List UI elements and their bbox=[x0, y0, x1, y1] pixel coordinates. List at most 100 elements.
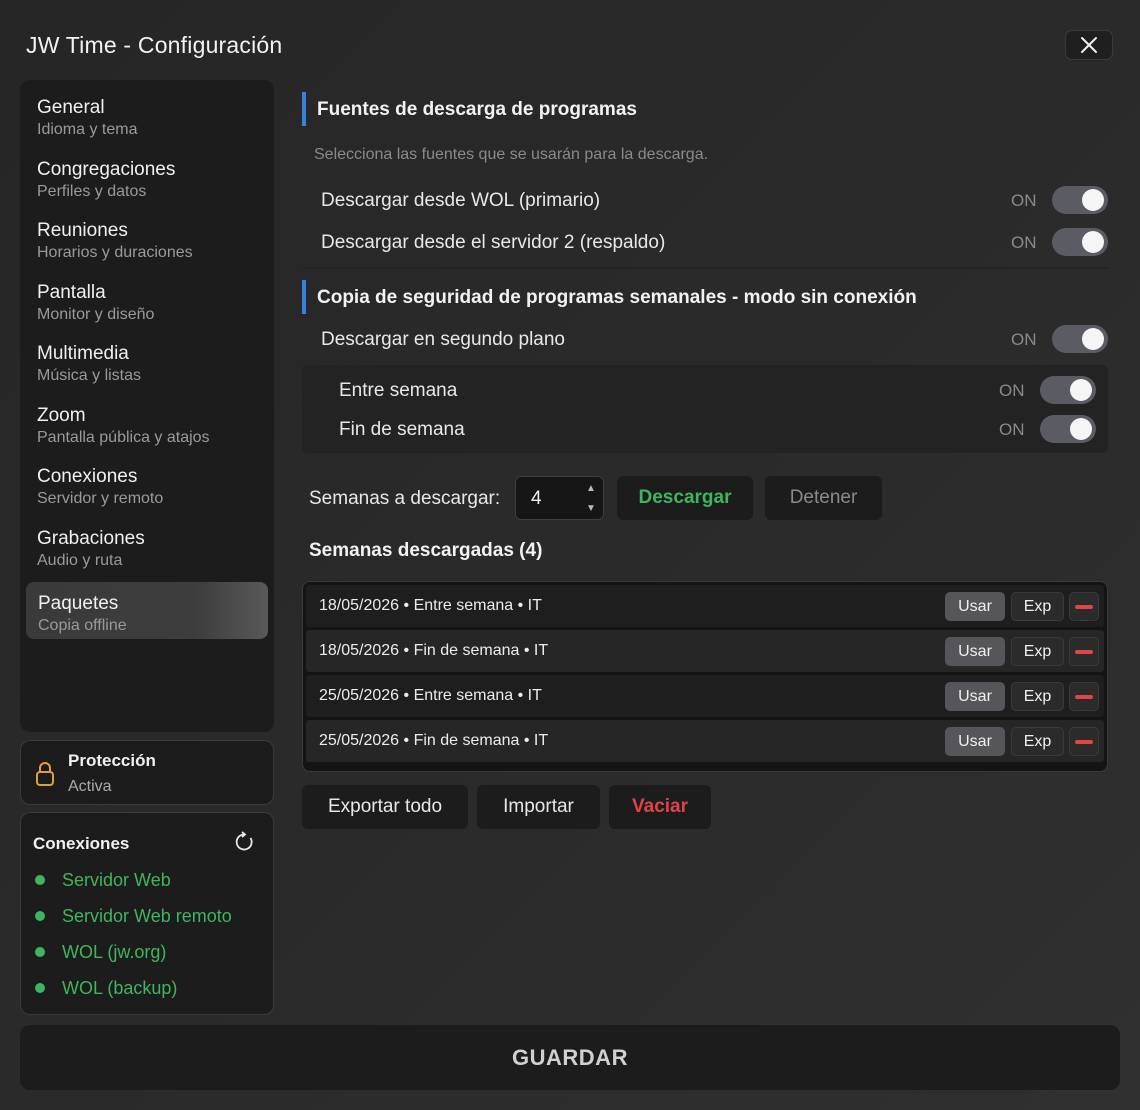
wol-source-state: ON bbox=[1011, 191, 1037, 210]
connection-label: Servidor Web remoto bbox=[62, 906, 232, 926]
divider bbox=[302, 267, 1108, 269]
connection-label: Servidor Web bbox=[62, 870, 171, 890]
connections-title: Conexiones bbox=[33, 834, 130, 853]
connections-panel: Conexiones Servidor Web Servidor Web rem… bbox=[20, 812, 274, 1015]
remove-button[interactable] bbox=[1069, 682, 1099, 711]
protection-panel[interactable]: Protección Activa bbox=[20, 740, 274, 805]
midweek-label: Entre semana bbox=[339, 380, 458, 401]
list-item-label: 18/05/2026 • Fin de semana • IT bbox=[319, 642, 549, 659]
server2-source-toggle[interactable] bbox=[1052, 228, 1108, 256]
use-button[interactable]: Usar bbox=[945, 682, 1005, 711]
download-button[interactable]: Descargar bbox=[617, 476, 753, 520]
export-button[interactable]: Exp bbox=[1011, 637, 1064, 666]
weeks-to-download-label: Semanas a descargar: bbox=[309, 488, 501, 509]
minus-icon bbox=[1075, 604, 1093, 609]
connection-item-web-server: Servidor Web bbox=[35, 870, 171, 891]
minus-icon bbox=[1075, 739, 1093, 744]
sidebar-item-sublabel: Servidor y remoto bbox=[37, 490, 164, 507]
weeks-value[interactable]: 4 bbox=[531, 488, 542, 510]
save-button[interactable]: GUARDAR bbox=[20, 1025, 1120, 1090]
export-all-button[interactable]: Exportar todo bbox=[302, 785, 468, 829]
minus-icon bbox=[1075, 694, 1093, 699]
downloaded-weeks-list: 18/05/2026 • Entre semana • IT Usar Exp … bbox=[302, 581, 1108, 772]
background-download-label: Descargar en segundo plano bbox=[321, 329, 566, 350]
sidebar-item-label: Zoom bbox=[37, 404, 86, 426]
export-button[interactable]: Exp bbox=[1011, 727, 1064, 756]
export-button[interactable]: Exp bbox=[1011, 682, 1064, 711]
sidebar-item-sublabel: Monitor y diseño bbox=[37, 305, 155, 323]
sidebar-item-label: Multimedia bbox=[37, 343, 129, 364]
close-icon bbox=[1081, 37, 1097, 53]
section-accent-bar bbox=[302, 280, 306, 314]
sidebar-item-label: Congregaciones bbox=[37, 158, 176, 180]
wol-source-label: Descargar desde WOL (primario) bbox=[321, 190, 601, 211]
stop-button[interactable]: Detener bbox=[765, 476, 882, 520]
weekend-state: ON bbox=[999, 420, 1025, 439]
weekend-toggle[interactable] bbox=[1040, 415, 1096, 443]
window-title: JW Time - Configuración bbox=[26, 32, 283, 58]
sidebar-item-general[interactable]: General Idioma y tema bbox=[20, 96, 274, 158]
status-dot bbox=[35, 983, 45, 994]
list-item: 18/05/2026 • Entre semana • IT Usar Exp bbox=[306, 585, 1104, 627]
sidebar-item-conexiones[interactable]: Conexiones Servidor y remoto bbox=[20, 465, 274, 527]
status-dot bbox=[35, 947, 45, 958]
list-item-label: 18/05/2026 • Entre semana • IT bbox=[319, 597, 542, 614]
remove-button[interactable] bbox=[1069, 637, 1099, 666]
sidebar-item-zoom[interactable]: Zoom Pantalla pública y atajos bbox=[20, 404, 274, 466]
import-button[interactable]: Importar bbox=[477, 785, 600, 829]
use-button[interactable]: Usar bbox=[945, 592, 1005, 621]
server2-source-state: ON bbox=[1011, 233, 1037, 252]
list-item: 18/05/2026 • Fin de semana • IT Usar Exp bbox=[306, 630, 1104, 672]
status-dot bbox=[35, 875, 45, 886]
background-download-toggle[interactable] bbox=[1052, 325, 1108, 353]
sidebar-item-label: Grabaciones bbox=[37, 527, 145, 549]
stepper-up-icon[interactable]: ▲ bbox=[586, 483, 596, 494]
midweek-toggle[interactable] bbox=[1040, 376, 1096, 404]
remove-button[interactable] bbox=[1069, 727, 1099, 756]
sidebar-item-label: Conexiones bbox=[37, 466, 138, 487]
sidebar-item-sublabel: Pantalla pública y atajos bbox=[37, 428, 210, 446]
sources-hint: Selecciona las fuentes que se usarán par… bbox=[314, 146, 709, 163]
sidebar-item-reuniones[interactable]: Reuniones Horarios y duraciones bbox=[20, 219, 274, 281]
lock-icon bbox=[36, 762, 54, 786]
sidebar-item-sublabel: Audio y ruta bbox=[37, 551, 123, 569]
export-button[interactable]: Exp bbox=[1011, 592, 1064, 621]
sidebar-item-pantalla[interactable]: Pantalla Monitor y diseño bbox=[20, 281, 274, 343]
weekend-label: Fin de semana bbox=[339, 419, 465, 440]
use-button[interactable]: Usar bbox=[945, 637, 1005, 666]
close-button[interactable] bbox=[1065, 30, 1113, 60]
sidebar-item-sublabel: Música y listas bbox=[37, 367, 142, 384]
connection-item-remote-web-server: Servidor Web remoto bbox=[35, 906, 232, 927]
use-button[interactable]: Usar bbox=[945, 727, 1005, 756]
sidebar-item-multimedia[interactable]: Multimedia Música y listas bbox=[20, 342, 274, 404]
sidebar-item-sublabel: Perfiles y datos bbox=[37, 182, 147, 200]
sidebar-item-paquetes[interactable]: Paquetes Copia offline bbox=[26, 582, 268, 639]
sources-section-title: Fuentes de descarga de programas bbox=[317, 99, 637, 120]
clear-button[interactable]: Vaciar bbox=[609, 785, 711, 829]
backup-section-title: Copia de seguridad de programas semanale… bbox=[317, 287, 917, 308]
list-item-label: 25/05/2026 • Entre semana • IT bbox=[319, 687, 542, 704]
remove-button[interactable] bbox=[1069, 592, 1099, 621]
sidebar-item-grabaciones[interactable]: Grabaciones Audio y ruta bbox=[20, 527, 274, 589]
refresh-icon[interactable] bbox=[233, 831, 255, 853]
connection-item-wol-backup: WOL (backup) bbox=[35, 978, 177, 999]
section-accent-bar bbox=[302, 92, 306, 126]
sidebar-item-sublabel: Horarios y duraciones bbox=[37, 244, 193, 261]
weeks-stepper[interactable]: 4 ▲ ▼ bbox=[515, 476, 604, 520]
stepper-down-icon[interactable]: ▼ bbox=[586, 503, 596, 514]
sidebar-item-label: General bbox=[37, 97, 105, 118]
connection-label: WOL (backup) bbox=[62, 978, 178, 998]
connection-item-wol: WOL (jw.org) bbox=[35, 942, 166, 963]
sidebar: General Idioma y tema Congregaciones Per… bbox=[20, 80, 274, 732]
list-item-label: 25/05/2026 • Fin de semana • IT bbox=[319, 732, 549, 749]
status-dot bbox=[35, 911, 45, 922]
protection-title: Protección bbox=[68, 751, 156, 770]
list-item: 25/05/2026 • Fin de semana • IT Usar Exp bbox=[306, 720, 1104, 762]
sidebar-item-sublabel: Idioma y tema bbox=[37, 121, 138, 138]
wol-source-toggle[interactable] bbox=[1052, 186, 1108, 214]
sidebar-item-sublabel: Copia offline bbox=[38, 617, 127, 634]
sidebar-item-congregaciones[interactable]: Congregaciones Perfiles y datos bbox=[20, 158, 274, 220]
minus-icon bbox=[1075, 649, 1093, 654]
downloaded-weeks-title: Semanas descargadas (4) bbox=[309, 540, 543, 561]
sidebar-item-label: Paquetes bbox=[38, 593, 119, 614]
